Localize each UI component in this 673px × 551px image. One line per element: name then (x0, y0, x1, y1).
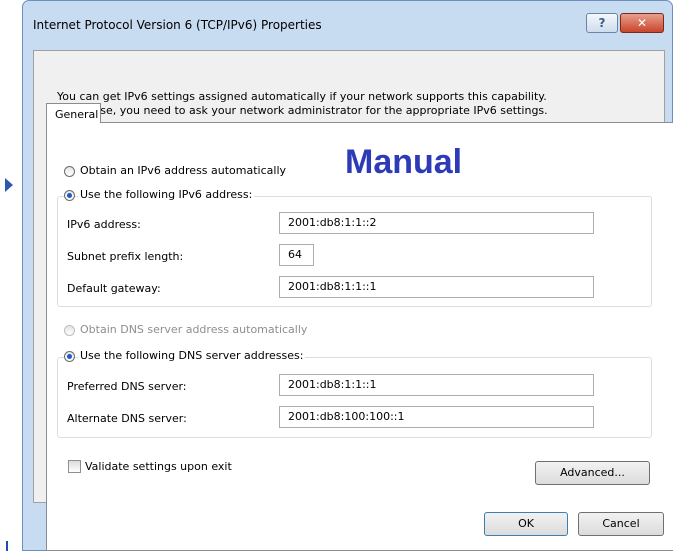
obtain-ipv6-auto-label[interactable]: Obtain an IPv6 address automatically (80, 164, 286, 177)
description-line-2: Otherwise, you need to ask your network … (57, 104, 548, 117)
window-title: Internet Protocol Version 6 (TCP/IPv6) P… (33, 18, 322, 32)
edge-mark (6, 541, 16, 551)
manual-overlay-label: Manual (345, 143, 463, 181)
cancel-button[interactable]: Cancel (578, 512, 664, 536)
use-dns-servers-radio[interactable] (64, 351, 75, 362)
close-button[interactable]: ✕ (620, 13, 664, 33)
subnet-prefix-field[interactable]: 64 (279, 244, 314, 266)
ipv6-address-label: IPv6 address: (67, 218, 141, 231)
advanced-button[interactable]: Advanced... (535, 461, 650, 485)
use-ipv6-address-label[interactable]: Use the following IPv6 address: (78, 188, 255, 201)
ok-button[interactable]: OK (484, 512, 568, 536)
background-edge (0, 0, 22, 551)
alternate-dns-label: Alternate DNS server: (67, 412, 187, 425)
validate-settings-checkbox[interactable] (68, 460, 81, 473)
description-text: You can get IPv6 settings assigned autom… (57, 90, 637, 118)
alternate-dns-field[interactable]: 2001:db8:100:100::1 (279, 406, 594, 428)
use-ipv6-address-radio[interactable] (64, 190, 75, 201)
use-dns-servers-label[interactable]: Use the following DNS server addresses: (78, 349, 306, 362)
tab-general[interactable]: General (46, 103, 101, 123)
subnet-prefix-label: Subnet prefix length: (67, 250, 184, 263)
obtain-dns-auto-label[interactable]: Obtain DNS server address automatically (80, 323, 307, 336)
help-button[interactable]: ? (586, 13, 618, 33)
validate-settings-label[interactable]: Validate settings upon exit (85, 460, 232, 473)
preferred-dns-label: Preferred DNS server: (67, 380, 187, 393)
preferred-dns-field[interactable]: 2001:db8:1:1::1 (279, 374, 594, 396)
description-line-1: You can get IPv6 settings assigned autom… (57, 90, 547, 103)
default-gateway-label: Default gateway: (67, 282, 161, 295)
pointer-arrow-icon (5, 178, 13, 192)
obtain-dns-auto-radio[interactable] (64, 325, 75, 336)
ipv6-address-field[interactable]: 2001:db8:1:1::2 (279, 212, 594, 234)
default-gateway-field[interactable]: 2001:db8:1:1::1 (279, 276, 594, 298)
obtain-ipv6-auto-radio[interactable] (64, 166, 75, 177)
